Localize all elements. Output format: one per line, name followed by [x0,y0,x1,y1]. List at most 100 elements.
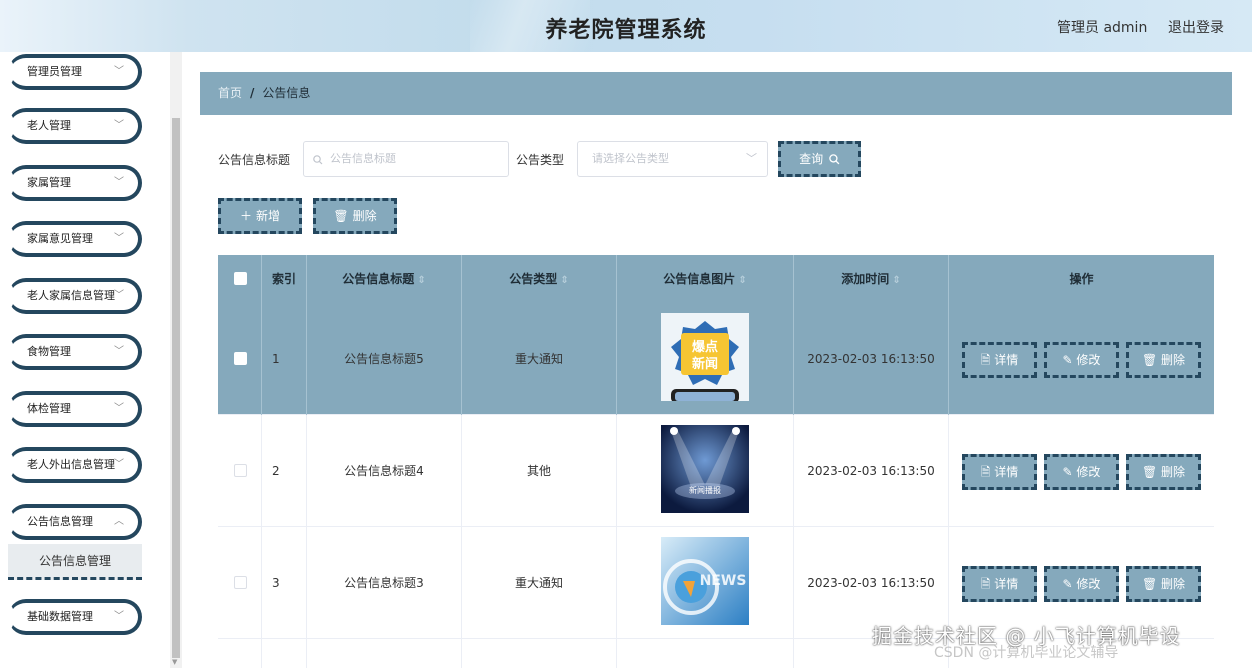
sidebar-item-label: 食物管理 [27,345,71,358]
detail-button[interactable]: 🗎 详情 [962,454,1037,490]
pencil-icon: ✎ [1062,577,1077,591]
column-title-label: 公告信息标题 [342,272,415,286]
detail-label: 详情 [994,465,1019,479]
trash-icon: 🗑 [1141,577,1162,591]
sidebar-item-elderly[interactable]: 老人管理 ﹀ [8,108,142,144]
thumbnail-text: 新闻 [692,356,718,372]
submenu-item-notice-management[interactable]: 公告信息管理 [8,544,142,580]
query-button[interactable]: 查询 [778,141,861,177]
sidebar-item-base-data[interactable]: 基础数据管理 ﹀ [8,599,142,635]
logout-link[interactable]: 退出登录 [1168,17,1224,37]
document-icon: 🗎 [980,465,995,479]
sidebar-item-family-feedback[interactable]: 家属意见管理 ﹀ [8,221,142,257]
edit-label: 修改 [1076,353,1101,367]
delete-label: 删除 [1161,353,1186,367]
thumbnail-text: 新闻播报 [689,485,721,495]
chevron-down-icon: ﹀ [114,346,124,357]
row-index: 3 [262,527,307,639]
sidebar-item-family[interactable]: 家属管理 ﹀ [8,165,142,201]
sidebar-item-outing[interactable]: 老人外出信息管理 ﹀ [8,447,142,483]
chevron-down-icon: ﹀ [114,120,124,131]
type-select-label: 公告类型 [516,153,565,167]
chevron-down-icon: ﹀ [114,611,124,622]
column-header-index: 索引 [262,255,307,303]
sidebar-item-label: 老人家属信息管理 [27,289,115,302]
column-header-image[interactable]: 公告信息图片 ⇕ [617,255,794,303]
row-type: 重大通知 [462,303,617,415]
search-icon [829,154,840,165]
type-select-placeholder: 请选择公告类型 [592,152,669,165]
sidebar-item-admin[interactable]: 管理员管理 ﹀ [8,54,142,90]
edit-label: 修改 [1076,465,1101,479]
sort-icon[interactable]: ⇕ [417,275,425,286]
row-checkbox[interactable] [234,576,247,589]
breadcrumb-current: 公告信息 [262,86,311,100]
delete-label: 删除 [1161,577,1186,591]
row-image-cell: 新闻播报 [617,415,794,527]
add-button[interactable]: ＋ 新增 [218,198,302,234]
sidebar-scrollbar[interactable]: ▼ [170,52,182,668]
row-checkbox[interactable] [234,352,247,365]
row-title: 公告信息标题3 [307,527,462,639]
sidebar-item-checkup[interactable]: 体检管理 ﹀ [8,391,142,427]
row-time: 2023-02-03 16:13:50 [794,415,949,527]
delete-button[interactable]: 🗑 删除 [1126,566,1201,602]
row-select-cell [218,639,262,668]
admin-user-label: 管理员 admin [1057,20,1148,36]
delete-button[interactable]: 🗑 删除 [1126,342,1201,378]
trash-icon: 🗑 [1141,353,1162,367]
table-row[interactable]: 1 公告信息标题5 重大通知 爆点 新闻 2023-02-03 16:13:50… [218,303,1214,415]
top-header: 养老院管理系统 管理员 admin 退出登录 [0,0,1252,52]
type-select[interactable]: 请选择公告类型 ﹀ [577,141,768,177]
sidebar-item-elderly-family-info[interactable]: 老人家属信息管理 ﹀ [8,278,142,314]
chevron-down-icon: ﹀ [114,233,124,244]
edit-button[interactable]: ✎ 修改 [1044,342,1119,378]
edit-label: 修改 [1076,577,1101,591]
query-button-label: 查询 [799,152,824,166]
sort-icon[interactable]: ⇕ [560,275,568,286]
detail-label: 详情 [994,353,1019,367]
row-image-cell: 爆点 新闻 [617,303,794,415]
column-header-time[interactable]: 添加时间 ⇕ [794,255,949,303]
document-icon: 🗎 [980,353,995,367]
column-header-type[interactable]: 公告类型 ⇕ [462,255,617,303]
sidebar-item-food[interactable]: 食物管理 ﹀ [8,334,142,370]
trash-icon: 🗑 [1141,465,1162,479]
chevron-down-icon: ﹀ [114,177,124,188]
row-checkbox[interactable] [234,464,247,477]
notice-image-thumbnail[interactable]: NEWS [661,537,749,625]
row-index: 2 [262,415,307,527]
detail-button[interactable]: 🗎 详情 [962,566,1037,602]
title-search-input[interactable]: 公告信息标题 [303,141,509,177]
sort-icon[interactable]: ⇕ [738,275,746,286]
column-header-title[interactable]: 公告信息标题 ⇕ [307,255,462,303]
detail-button[interactable]: 🗎 详情 [962,342,1037,378]
row-index: 1 [262,303,307,415]
scroll-down-arrow-icon[interactable]: ▼ [172,658,177,666]
row-actions: 🗎 详情 ✎ 修改 🗑 删除 [949,303,1214,415]
notice-image-thumbnail[interactable]: 爆点 新闻 [661,313,749,401]
row-image-cell [617,639,794,668]
table-row[interactable]: 2 公告信息标题4 其他 新闻播报 2023-02-03 16:13:50 🗎 … [218,415,1214,527]
row-actions: 🗎 详情 ✎ 修改 🗑 删除 [949,415,1214,527]
sidebar-item-label: 家属意见管理 [27,232,93,245]
select-all-checkbox[interactable] [234,272,247,285]
delete-label: 删除 [1161,465,1186,479]
delete-button[interactable]: 🗑 删除 [1126,454,1201,490]
batch-delete-button-label: 删除 [352,209,377,223]
row-index [262,639,307,668]
notice-image-thumbnail[interactable]: 新闻播报 [661,425,749,513]
breadcrumb-home[interactable]: 首页 [218,86,242,100]
sort-icon[interactable]: ⇕ [892,275,900,286]
batch-delete-button[interactable]: 🗑 删除 [313,198,397,234]
header-select-all[interactable] [218,255,262,303]
edit-button[interactable]: ✎ 修改 [1044,454,1119,490]
row-title: 公告信息标题5 [307,303,462,415]
scrollbar-thumb[interactable] [172,118,180,658]
thumbnail-text: NEWS [700,573,747,589]
trash-icon: 🗑 [333,209,349,223]
sidebar-item-notice[interactable]: 公告信息管理 ︿ [8,504,142,540]
row-type [462,639,617,668]
watermark-main: 掘金技术社区 @ 小飞计算机毕设 [872,624,1181,648]
edit-button[interactable]: ✎ 修改 [1044,566,1119,602]
